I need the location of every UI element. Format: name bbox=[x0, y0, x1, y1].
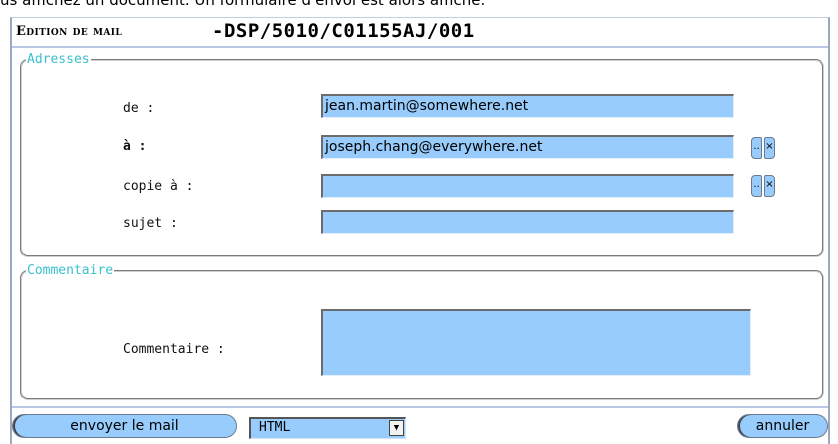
send-mail-button[interactable]: envoyer le mail bbox=[12, 414, 237, 438]
comment-legend: Commentaire bbox=[27, 263, 114, 278]
cc-field[interactable] bbox=[321, 174, 734, 198]
cc-clear-button[interactable]: × bbox=[764, 175, 775, 197]
cancel-button[interactable]: annuler bbox=[737, 414, 828, 438]
window-title-bar: Edition de mail -DSP/5010/C01155AJ/001 bbox=[12, 18, 828, 48]
cc-address-book-button[interactable]: .. bbox=[751, 175, 762, 197]
page-caption: us affichez un document. Un formulaire d… bbox=[0, 0, 486, 9]
to-clear-button[interactable]: × bbox=[764, 137, 775, 159]
addresses-legend: Adresses bbox=[27, 52, 90, 67]
format-select[interactable]: HTML ▼ bbox=[249, 417, 406, 439]
window-title-prefix: Edition de mail bbox=[16, 24, 123, 39]
from-label: de : bbox=[123, 101, 155, 116]
window-title-code: -DSP/5010/C01155AJ/001 bbox=[212, 20, 475, 42]
format-select-value: HTML bbox=[259, 420, 291, 435]
footer-separator bbox=[12, 406, 828, 408]
comment-label: Commentaire : bbox=[123, 342, 225, 357]
to-label: à : bbox=[123, 139, 147, 154]
from-field[interactable]: jean.martin@somewhere.net bbox=[321, 94, 734, 118]
to-address-book-button[interactable]: .. bbox=[751, 137, 762, 159]
subject-field[interactable] bbox=[321, 210, 734, 234]
comment-textarea[interactable] bbox=[321, 309, 751, 376]
chevron-down-icon[interactable]: ▼ bbox=[389, 420, 404, 436]
subject-label: sujet : bbox=[123, 216, 178, 231]
cc-label: copie à : bbox=[123, 179, 194, 194]
to-field[interactable]: joseph.chang@everywhere.net bbox=[321, 135, 734, 159]
